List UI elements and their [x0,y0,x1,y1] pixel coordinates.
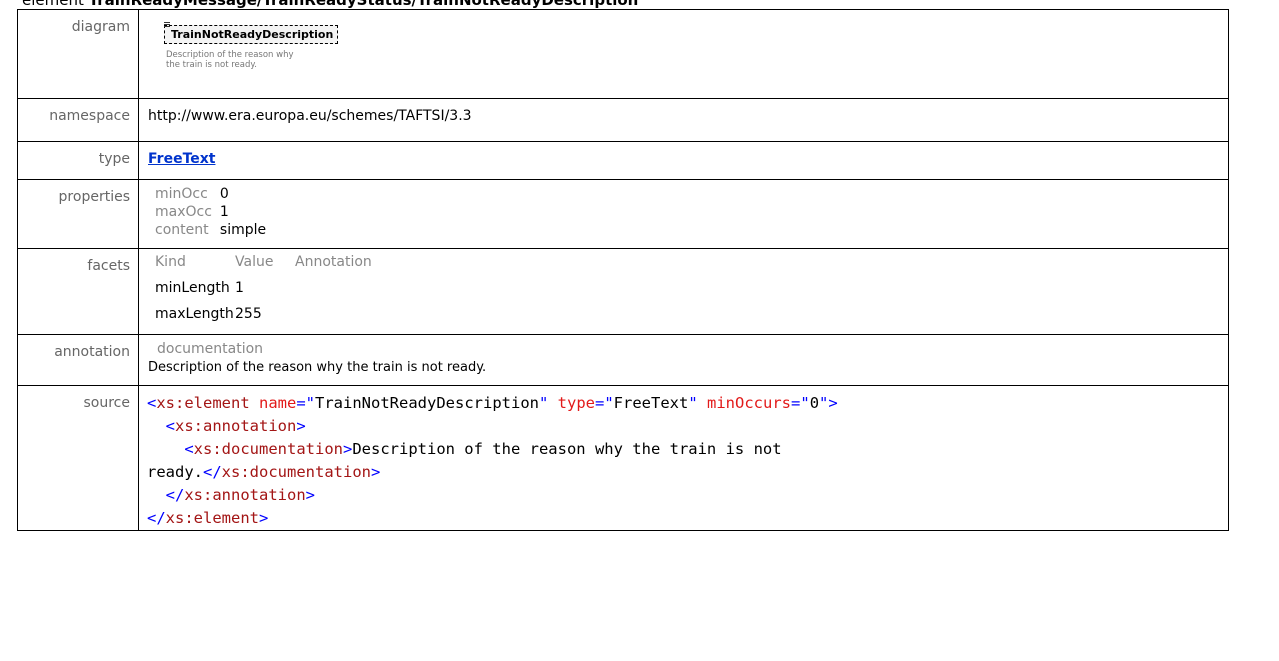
src-l4-open: </ [203,463,222,481]
diagram-row: diagram TrainNotReadyDescription Descrip… [17,9,1229,99]
src-l1-eq1: =" [296,394,316,412]
facets-header-value: Value [235,254,274,270]
src-l5-close: > [305,486,316,504]
type-label: type [17,141,139,180]
property-row: minOcc 0 [152,186,266,204]
type-row: type FreeText [17,141,1229,180]
source-code: <xs:element name="TrainNotReadyDescripti… [147,392,1228,530]
facets-row: facets Kind Value Annotation minLength 1… [17,248,1229,335]
src-l3-close: > [342,440,353,458]
src-l1-attr1: name [259,394,297,412]
properties-label: properties [17,179,139,249]
property-value: 0 [219,186,229,202]
src-l3-text: Description of the reason why the train … [352,440,782,458]
source-label: source [17,385,139,531]
annotation-text: Description of the reason why the train … [148,360,487,375]
src-l5-open: </ [165,486,185,504]
property-value: 1 [219,204,229,220]
src-l5-tag: xs:annotation [184,486,306,504]
facet-kind: minLength [155,280,230,296]
properties-row: properties minOcc 0 maxOcc 1 content sim… [17,179,1229,249]
annotation-label: annotation [17,334,139,386]
src-l2-tag: xs:annotation [175,417,297,435]
element-box-name: TrainNotReadyDescription [171,28,334,41]
facet-row: maxLength 255 [152,301,372,327]
facet-row: minLength 1 [152,275,372,301]
element-lines-icon [164,22,170,28]
property-key: minOcc [155,186,208,202]
facets-table: Kind Value Annotation minLength 1 maxLen… [152,254,372,327]
src-l1-close: > [828,394,838,412]
src-l6-tag: xs:element [165,509,259,527]
element-box[interactable]: TrainNotReadyDescription [164,22,339,44]
facets-header-kind: Kind [155,254,186,270]
element-desc-line1: Description of the reason why [166,50,294,60]
annotation-header: documentation [157,341,264,357]
src-l3-open: < [184,440,194,458]
property-key: maxOcc [155,204,212,220]
src-l1-tag: xs:element [156,394,250,412]
facets-header-row: Kind Value Annotation [152,254,372,275]
src-l1-val1: TrainNotReadyDescription [315,394,539,412]
properties-table: minOcc 0 maxOcc 1 content simple [152,186,266,240]
properties-cell: minOcc 0 maxOcc 1 content simple [138,179,1229,249]
property-row: content simple [152,222,266,240]
page-heading: element TrainReadyMessage/TrainReadyStat… [22,0,638,9]
src-l1-eq3: =" [791,394,810,412]
src-l1-val2: FreeText [613,394,689,412]
heading-path: TrainReadyMessage/TrainReadyStatus/Train… [88,0,639,9]
property-value: simple [219,222,267,238]
annotation-cell: documentation Description of the reason … [138,334,1229,386]
namespace-label: namespace [17,98,139,142]
namespace-value: http://www.era.europa.eu/schemes/TAFTSI/… [138,98,1229,142]
property-row: maxOcc 1 [152,204,266,222]
facet-annotation [295,301,372,327]
facet-annotation [295,275,372,301]
src-l4-text: ready. [147,463,203,481]
src-l1-open: < [147,394,157,412]
diagram-label: diagram [17,9,139,99]
element-description: Description of the reason why the train … [166,50,294,70]
facets-label: facets [17,248,139,335]
type-cell: FreeText [138,141,1229,180]
facets-header-annotation: Annotation [295,254,372,270]
src-l2-open: < [165,417,176,435]
namespace-row: namespace http://www.era.europa.eu/schem… [17,98,1229,142]
src-l2-close: > [296,417,306,435]
src-l1-q2: " [688,394,698,412]
element-diagram[interactable]: TrainNotReadyDescription Description of … [164,22,384,85]
source-row: source <xs:element name="TrainNotReadyDe… [17,385,1229,531]
facet-value: 1 [235,280,244,296]
heading-prefix: element [22,0,84,9]
src-l3-tag: xs:documentation [193,440,343,458]
element-desc-line2: the train is not ready. [166,60,257,70]
facet-value: 255 [235,306,262,322]
type-link[interactable]: FreeText [148,151,215,167]
annotation-row: annotation documentation Description of … [17,334,1229,386]
diagram-cell: TrainNotReadyDescription Description of … [138,9,1229,99]
element-details-table: diagram TrainNotReadyDescription Descrip… [17,9,1229,531]
src-l4-tag: xs:documentation [221,463,371,481]
source-cell: <xs:element name="TrainNotReadyDescripti… [138,385,1229,531]
src-l1-attr3: minOccurs [707,394,792,412]
src-l4-close: > [370,463,381,481]
src-l1-q3: " [819,394,829,412]
property-key: content [155,222,209,238]
src-l6-open: </ [147,509,166,527]
src-l1-attr2: type [557,394,595,412]
facets-cell: Kind Value Annotation minLength 1 maxLen… [138,248,1229,335]
src-l1-eq2: =" [595,394,614,412]
facet-kind: maxLength [155,306,234,322]
src-l6-close: > [259,509,269,527]
src-l1-val3: 0 [809,394,820,412]
src-l1-q1: " [538,394,549,412]
